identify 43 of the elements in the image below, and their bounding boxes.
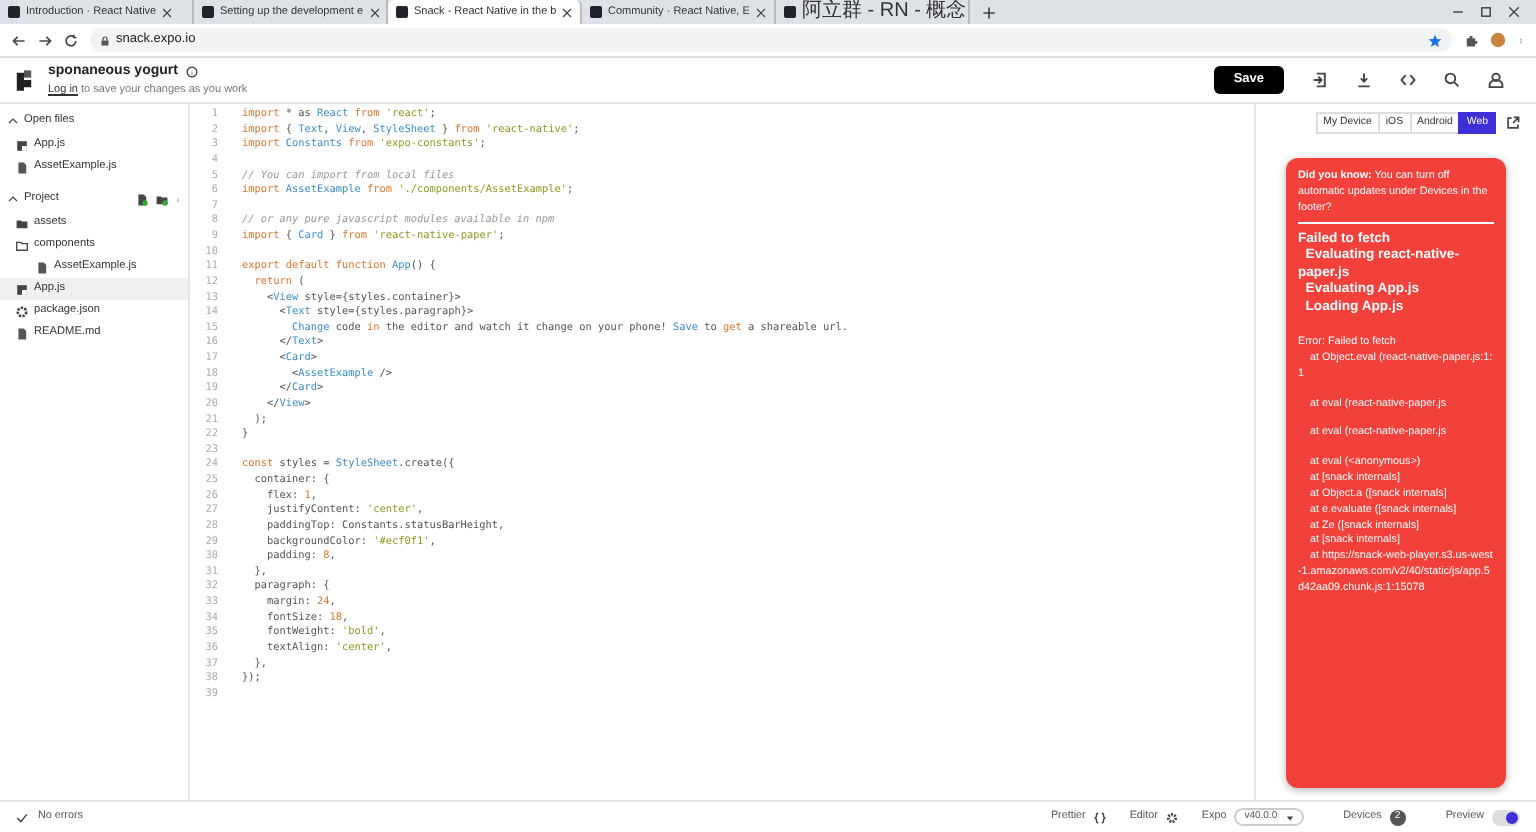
file-icon bbox=[16, 139, 28, 151]
maximize-icon[interactable] bbox=[1480, 6, 1492, 18]
reload-icon[interactable] bbox=[64, 33, 78, 47]
user-icon[interactable] bbox=[1488, 72, 1504, 88]
site-icon bbox=[8, 6, 20, 18]
download-icon[interactable] bbox=[1356, 72, 1372, 88]
new-file-icon[interactable] bbox=[136, 193, 148, 205]
file-icon bbox=[36, 261, 48, 273]
preview-toggle[interactable] bbox=[1492, 809, 1520, 825]
lock-icon bbox=[100, 35, 110, 45]
profile-icon[interactable] bbox=[1490, 32, 1506, 48]
close-icon[interactable] bbox=[162, 7, 173, 17]
file-icon bbox=[16, 283, 28, 295]
close-icon[interactable] bbox=[755, 7, 766, 17]
code-icon[interactable] bbox=[1400, 72, 1416, 88]
file-icon bbox=[16, 327, 28, 339]
close-icon[interactable] bbox=[562, 7, 573, 17]
close-icon[interactable] bbox=[1508, 6, 1520, 18]
file-icon bbox=[16, 161, 28, 173]
back-icon[interactable] bbox=[12, 33, 26, 47]
minimize-icon[interactable] bbox=[1452, 6, 1464, 18]
info-icon bbox=[185, 65, 198, 78]
search-icon[interactable] bbox=[1444, 72, 1460, 88]
star-icon[interactable] bbox=[1428, 33, 1442, 47]
chevron-icon[interactable] bbox=[8, 116, 18, 126]
site-icon bbox=[396, 6, 408, 18]
braces-icon[interactable] bbox=[1093, 811, 1106, 823]
chevron-icon[interactable] bbox=[8, 194, 18, 204]
new-folder-icon[interactable] bbox=[156, 193, 168, 205]
plus-icon[interactable] bbox=[982, 6, 996, 20]
close-icon[interactable] bbox=[369, 7, 380, 17]
gear-icon[interactable] bbox=[1165, 811, 1178, 823]
site-icon bbox=[784, 6, 796, 18]
site-icon bbox=[202, 6, 214, 18]
forward-icon[interactable] bbox=[38, 33, 52, 47]
popout-icon[interactable] bbox=[1506, 116, 1520, 131]
caret-icon bbox=[1285, 813, 1294, 821]
check-icon bbox=[16, 811, 28, 823]
logo-icon bbox=[12, 68, 36, 92]
export-icon[interactable] bbox=[1312, 72, 1328, 88]
gear-icon bbox=[16, 305, 28, 317]
puzzle-icon[interactable] bbox=[1464, 33, 1478, 47]
site-icon bbox=[590, 6, 602, 18]
